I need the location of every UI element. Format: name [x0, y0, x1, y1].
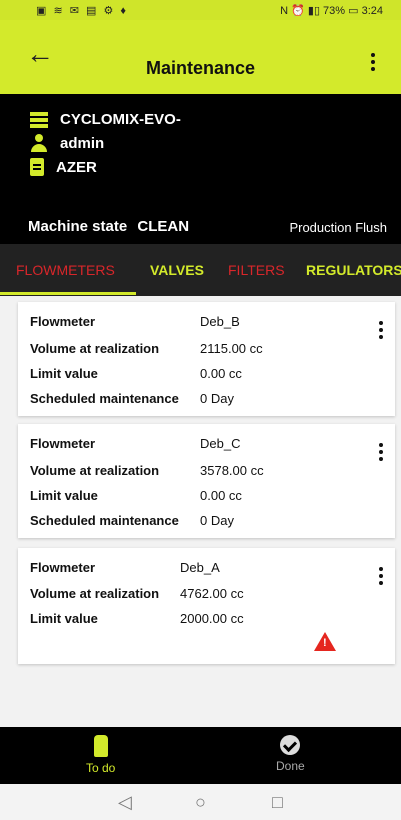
flowmeter-card[interactable]: Flowmeter Deb_C Volume at realization 3578… — [18, 424, 395, 538]
system-home-icon[interactable]: ○ — [195, 792, 206, 813]
code-row: AZER — [30, 158, 97, 176]
tab-valves[interactable]: VALVES — [150, 262, 204, 278]
system-navigation-bar: ◁ ○ □ — [0, 784, 401, 820]
system-back-icon[interactable]: ◁ — [118, 792, 132, 813]
status-bar: ▣ ≋ ✉ ▤ ⚙ ♦ N ⏰ ▮▯ 73% ▭ 3:24 — [0, 0, 401, 20]
card-row: Volume at realization 3578.00 cc — [30, 463, 264, 478]
user-name: admin — [60, 134, 105, 152]
card-row: Limit value 0.00 cc — [30, 366, 242, 381]
user-row: admin — [30, 134, 104, 152]
card-row: Limit value 0.00 cc — [30, 488, 242, 503]
machine-name: CYCLOMIX-EVO- — [60, 110, 181, 128]
tab-regulators[interactable]: REGULATORS — [306, 262, 401, 278]
machine-code: AZER — [56, 158, 97, 176]
layers-icon — [30, 110, 48, 128]
status-right: N ⏰ ▮▯ 73% ▭ 3:24 — [280, 5, 383, 17]
machine-state-label: Machine state — [28, 218, 128, 235]
system-recents-icon[interactable]: □ — [272, 792, 283, 813]
machine-state: Machine state CLEAN — [28, 218, 195, 235]
tab-flowmeters[interactable]: FLOWMETERS — [16, 262, 115, 278]
card-row: Scheduled maintenance 0 Day — [30, 513, 234, 528]
card-row: Flowmeter Deb_C — [30, 436, 241, 451]
machine-name-row: CYCLOMIX-EVO- — [30, 110, 181, 128]
flowmeter-card[interactable]: Flowmeter Deb_B Volume at realization 2115… — [18, 302, 395, 416]
card-row: Volume at realization 2115.00 cc — [30, 341, 263, 356]
clipboard-icon — [30, 158, 44, 176]
active-tab-indicator — [0, 292, 136, 295]
page-title: Maintenance — [145, 58, 256, 78]
card-row: Scheduled maintenance 0 Day — [30, 391, 234, 406]
nav-done[interactable]: Done — [276, 735, 305, 773]
status-icons: ▣ ≋ ✉ ▤ ⚙ ♦ — [36, 5, 128, 17]
app-bar: ← Maintenance — [0, 20, 401, 94]
touch-hand-icon — [93, 735, 108, 757]
overflow-menu-icon[interactable] — [371, 50, 375, 74]
person-icon — [30, 134, 48, 152]
card-menu-icon[interactable] — [379, 318, 383, 342]
flowmeter-card[interactable]: Flowmeter Deb_A Volume at realization 4762… — [18, 548, 395, 664]
tab-bar: FLOWMETERS VALVES FILTERS REGULATORS — [0, 244, 401, 296]
machine-state-value: CLEAN — [137, 218, 190, 235]
card-row: Flowmeter Deb_B — [30, 314, 240, 329]
tab-filters[interactable]: FILTERS — [228, 262, 285, 278]
nav-to-do[interactable]: To do — [86, 735, 115, 775]
card-row: Limit value 2000.00 cc — [30, 611, 244, 626]
card-row: Flowmeter Deb_A — [30, 560, 220, 575]
machine-mode: Production Flush — [289, 220, 387, 235]
card-menu-icon[interactable] — [379, 440, 383, 464]
card-row: Volume at realization 4762.00 cc — [30, 586, 244, 601]
warning-triangle-icon: ! — [314, 632, 336, 651]
check-circle-icon — [280, 735, 301, 755]
card-menu-icon[interactable] — [379, 564, 383, 588]
bottom-navigation: To do Done — [0, 727, 401, 784]
